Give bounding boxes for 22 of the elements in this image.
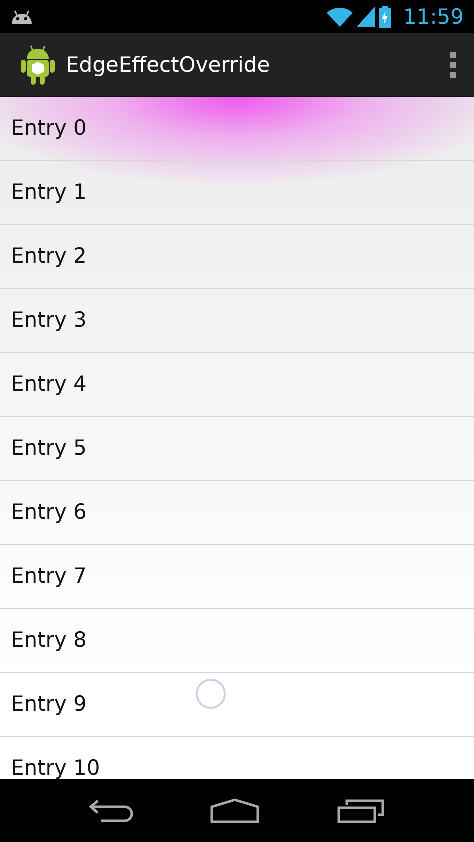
list-item[interactable]: Entry 4 (0, 353, 474, 417)
list-item[interactable]: Entry 9 (0, 673, 474, 737)
home-icon (210, 798, 260, 824)
list-item[interactable]: Entry 7 (0, 545, 474, 609)
android-notification-icon (10, 10, 34, 24)
list-item[interactable]: Entry 0 (0, 97, 474, 161)
back-icon (88, 798, 133, 824)
battery-icon (379, 6, 392, 28)
app-title: EdgeEffectOverride (66, 52, 272, 76)
list-item[interactable]: Entry 8 (0, 609, 474, 673)
list-item[interactable]: Entry 1 (0, 161, 474, 225)
menu-icon (450, 52, 456, 78)
touch-indicator-icon (195, 678, 227, 710)
wifi-icon (327, 6, 354, 26)
list-item[interactable]: Entry 2 (0, 225, 474, 289)
list-item[interactable]: Entry 3 (0, 289, 474, 353)
recent-apps-icon (337, 798, 386, 824)
android-robot-icon (20, 44, 56, 84)
list-item[interactable]: Entry 6 (0, 481, 474, 545)
signal-icon (357, 6, 376, 26)
clock-time: 11:59 (403, 4, 464, 28)
list-item[interactable]: Entry 5 (0, 417, 474, 481)
